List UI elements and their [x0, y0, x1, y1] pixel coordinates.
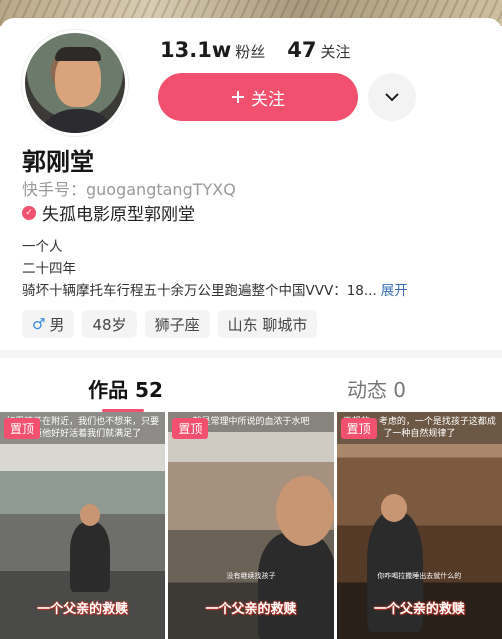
bio-line: 二十四年 [22, 261, 76, 277]
avatar[interactable] [22, 30, 128, 136]
tab-moments[interactable]: 动态 0 [251, 366, 502, 410]
followers-label: 粉丝 [235, 43, 266, 61]
following-label: 关注 [320, 43, 351, 61]
kuaishou-id: 快手号：guogangtangTYXQ [22, 180, 236, 199]
thumbnail-subtitle: 没有继续找孩子 [226, 572, 276, 580]
pinned-badge: 置顶 [4, 418, 41, 439]
man-figure [258, 532, 334, 639]
tab-works[interactable]: 作品 52 [0, 366, 251, 412]
pinned-badge: 置顶 [172, 418, 209, 439]
gender-label: 男 [49, 315, 65, 334]
bio: 一个人 二十四年 骑坏十辆摩托车行程五十余万公里跑遍整个中国VVV：18... … [22, 236, 482, 302]
following-stat[interactable]: 47 关注 [287, 38, 350, 62]
thumbnail-caption: 一个父亲的救赎 [37, 602, 129, 617]
male-icon: ♂ [32, 315, 46, 333]
verified-icon: ✓ [22, 205, 36, 220]
follow-button[interactable]: 关注 [158, 73, 358, 121]
work-thumbnail[interactable]: 天想的，考虑的，一个是找孩子这都成了一种自然规律了 置顶 你咋喝拉撒睡出去就什么… [336, 412, 502, 639]
more-options-button[interactable] [368, 73, 416, 121]
rider-figure [70, 522, 110, 592]
chevron-down-icon [385, 93, 399, 102]
tag-location: 山东 聊城市 [217, 310, 318, 338]
work-thumbnail[interactable]: 就是常理中所说的血浓于水吧 置顶 没有继续找孩子 一个父亲的救赎 [168, 412, 334, 639]
bio-line: 骑坏十辆摩托车行程五十余万公里跑遍整个中国VVV：18... [22, 283, 377, 299]
thumbnail-caption: 一个父亲的救赎 [373, 602, 465, 617]
bio-line: 一个人 [22, 239, 63, 255]
profile-name: 郭刚堂 [22, 148, 94, 176]
follow-button-label: 关注 [251, 89, 285, 110]
work-thumbnail[interactable]: 如果孩子在附近，我们也不想来，只要知道他好好活着我们就满足了 置顶 一个父亲的救… [0, 412, 166, 639]
man-head [380, 494, 407, 522]
profile-card: 13.1w 粉丝 47 关注 关注 郭刚堂 快手号：guogangtangTYXQ … [0, 18, 502, 358]
pinned-badge: 置顶 [340, 418, 377, 439]
verified-text: 失孤电影原型郭刚堂 [42, 205, 195, 225]
followers-stat[interactable]: 13.1w 粉丝 [160, 38, 265, 62]
section-divider [0, 350, 502, 358]
profile-tags: ♂ 男 48岁 狮子座 山东 聊城市 [22, 310, 318, 338]
verified-info: ✓ 失孤电影原型郭刚堂 [22, 200, 195, 225]
rider-head [80, 504, 100, 526]
avatar-shirt [35, 109, 121, 133]
plus-icon [232, 91, 244, 103]
works-grid: 如果孩子在附近，我们也不想来，只要知道他好好活着我们就满足了 置顶 一个父亲的救… [0, 412, 502, 639]
avatar-hair [55, 47, 101, 61]
profile-stats: 13.1w 粉丝 47 关注 [160, 38, 350, 62]
tag-gender: ♂ 男 [22, 310, 75, 338]
followers-count: 13.1w [160, 38, 232, 62]
thumbnail-subtitle: 你咋喝拉撒睡出去就什么的 [377, 572, 462, 580]
tag-age: 48岁 [82, 310, 137, 338]
thumbnail-caption: 一个父亲的救赎 [205, 602, 297, 617]
man-head [276, 476, 334, 546]
content-tabs: 作品 52 动态 0 [0, 366, 502, 412]
tag-zodiac: 狮子座 [144, 310, 210, 338]
expand-link[interactable]: 展开 [381, 280, 408, 302]
following-count: 47 [287, 38, 317, 62]
